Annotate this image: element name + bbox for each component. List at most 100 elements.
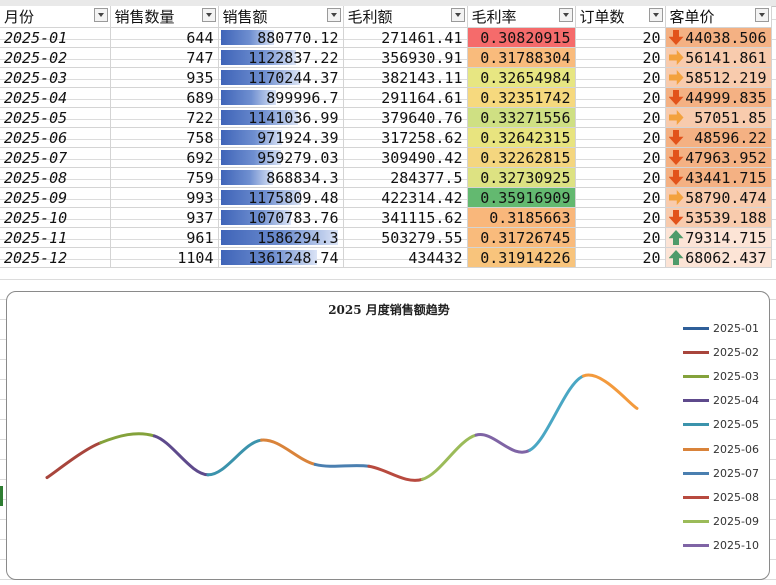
- legend-item[interactable]: 2025-04: [683, 389, 773, 413]
- legend-item[interactable]: 2025-08: [683, 485, 773, 509]
- cell-margin[interactable]: 0.31914226: [467, 247, 576, 268]
- cell-sales[interactable]: 959279.03: [218, 147, 344, 168]
- cell-sales[interactable]: 971924.39: [218, 127, 344, 148]
- cell-avg[interactable]: 43441.715: [665, 167, 772, 188]
- cell-qty[interactable]: 758: [110, 127, 219, 148]
- filter-dropdown-icon[interactable]: [558, 8, 573, 22]
- cell-margin[interactable]: 0.3185663: [467, 207, 576, 228]
- cell-margin[interactable]: 0.32654984: [467, 67, 576, 88]
- cell-profit[interactable]: 503279.55: [343, 227, 468, 248]
- filter-dropdown-icon[interactable]: [754, 8, 769, 22]
- legend-item[interactable]: 2025-09: [683, 510, 773, 534]
- cell-margin[interactable]: 0.31726745: [467, 227, 576, 248]
- filter-dropdown-icon[interactable]: [201, 8, 216, 22]
- cell-qty[interactable]: 722: [110, 107, 219, 128]
- cell-orders[interactable]: 20: [575, 247, 666, 268]
- cell-month[interactable]: 2025-04: [0, 87, 111, 108]
- cell-margin[interactable]: 0.32262815: [467, 147, 576, 168]
- cell-qty[interactable]: 759: [110, 167, 219, 188]
- cell-sales[interactable]: 880770.12: [218, 27, 344, 48]
- cell-qty[interactable]: 961: [110, 227, 219, 248]
- cell-profit[interactable]: 271461.41: [343, 27, 468, 48]
- cell-orders[interactable]: 20: [575, 47, 666, 68]
- cell-month[interactable]: 2025-03: [0, 67, 111, 88]
- cell-qty[interactable]: 747: [110, 47, 219, 68]
- legend-item[interactable]: 2025-05: [683, 413, 773, 437]
- cell-sales[interactable]: 899996.7: [218, 87, 344, 108]
- cell-avg[interactable]: 56141.861: [665, 47, 772, 68]
- legend-item[interactable]: 2025-10: [683, 534, 773, 558]
- cell-qty[interactable]: 993: [110, 187, 219, 208]
- cell-month[interactable]: 2025-11: [0, 227, 111, 248]
- cell-margin[interactable]: 0.33271556: [467, 107, 576, 128]
- cell-profit[interactable]: 341115.62: [343, 207, 468, 228]
- cell-orders[interactable]: 20: [575, 187, 666, 208]
- cell-profit[interactable]: 291164.61: [343, 87, 468, 108]
- cell-profit[interactable]: 422314.42: [343, 187, 468, 208]
- cell-margin[interactable]: 0.30820915: [467, 27, 576, 48]
- legend-item[interactable]: 2025-02: [683, 340, 773, 364]
- cell-qty[interactable]: 935: [110, 67, 219, 88]
- cell-orders[interactable]: 20: [575, 207, 666, 228]
- legend-item[interactable]: 2025-01: [683, 316, 773, 340]
- cell-sales[interactable]: 1361248.74: [218, 247, 344, 268]
- cell-sales[interactable]: 1070783.76: [218, 207, 344, 228]
- cell-profit[interactable]: 309490.42: [343, 147, 468, 168]
- filter-dropdown-icon[interactable]: [93, 8, 108, 22]
- legend-item[interactable]: 2025-03: [683, 364, 773, 388]
- cell-qty[interactable]: 644: [110, 27, 219, 48]
- cell-sales[interactable]: 1170244.37: [218, 67, 344, 88]
- cell-sales[interactable]: 868834.3: [218, 167, 344, 188]
- sales-trend-chart[interactable]: 2025 月度销售额趋势 2025-01 2025-02 2025-03 2025-0…: [6, 291, 770, 580]
- cell-profit[interactable]: 379640.76: [343, 107, 468, 128]
- cell-margin[interactable]: 0.32730925: [467, 167, 576, 188]
- cell-qty[interactable]: 692: [110, 147, 219, 168]
- filter-dropdown-icon[interactable]: [450, 8, 465, 22]
- cell-month[interactable]: 2025-07: [0, 147, 111, 168]
- cell-month[interactable]: 2025-10: [0, 207, 111, 228]
- cell-avg[interactable]: 58512.219: [665, 67, 772, 88]
- cell-orders[interactable]: 20: [575, 167, 666, 188]
- cell-orders[interactable]: 20: [575, 27, 666, 48]
- cell-orders[interactable]: 20: [575, 107, 666, 128]
- cell-avg[interactable]: 53539.188: [665, 207, 772, 228]
- cell-avg[interactable]: 47963.952: [665, 147, 772, 168]
- legend-item[interactable]: 2025-06: [683, 437, 773, 461]
- cell-sales[interactable]: 1175809.48: [218, 187, 344, 208]
- cell-month[interactable]: 2025-06: [0, 127, 111, 148]
- cell-orders[interactable]: 20: [575, 147, 666, 168]
- cell-margin[interactable]: 0.31788304: [467, 47, 576, 68]
- cell-qty[interactable]: 937: [110, 207, 219, 228]
- cell-month[interactable]: 2025-05: [0, 107, 111, 128]
- cell-profit[interactable]: 434432: [343, 247, 468, 268]
- cell-month[interactable]: 2025-02: [0, 47, 111, 68]
- cell-month[interactable]: 2025-09: [0, 187, 111, 208]
- cell-profit[interactable]: 382143.11: [343, 67, 468, 88]
- cell-avg[interactable]: 44038.506: [665, 27, 772, 48]
- cell-qty[interactable]: 1104: [110, 247, 219, 268]
- cell-profit[interactable]: 356930.91: [343, 47, 468, 68]
- cell-margin[interactable]: 0.35916909: [467, 187, 576, 208]
- cell-avg[interactable]: 58790.474: [665, 187, 772, 208]
- cell-margin[interactable]: 0.32351742: [467, 87, 576, 108]
- cell-margin[interactable]: 0.32642315: [467, 127, 576, 148]
- cell-month[interactable]: 2025-12: [0, 247, 111, 268]
- cell-sales[interactable]: 1122837.22: [218, 47, 344, 68]
- cell-profit[interactable]: 317258.62: [343, 127, 468, 148]
- cell-profit[interactable]: 284377.5: [343, 167, 468, 188]
- cell-qty[interactable]: 689: [110, 87, 219, 108]
- cell-month[interactable]: 2025-01: [0, 27, 111, 48]
- cell-avg[interactable]: 57051.85: [665, 107, 772, 128]
- cell-avg[interactable]: 48596.22: [665, 127, 772, 148]
- cell-sales[interactable]: 1586294.3: [218, 227, 344, 248]
- cell-orders[interactable]: 20: [575, 127, 666, 148]
- cell-avg[interactable]: 44999.835: [665, 87, 772, 108]
- cell-orders[interactable]: 20: [575, 67, 666, 88]
- filter-dropdown-icon[interactable]: [648, 8, 663, 22]
- legend-item[interactable]: 2025-07: [683, 461, 773, 485]
- filter-dropdown-icon[interactable]: [326, 8, 341, 22]
- cell-orders[interactable]: 20: [575, 227, 666, 248]
- cell-month[interactable]: 2025-08: [0, 167, 111, 188]
- cell-sales[interactable]: 1141036.99: [218, 107, 344, 128]
- cell-orders[interactable]: 20: [575, 87, 666, 108]
